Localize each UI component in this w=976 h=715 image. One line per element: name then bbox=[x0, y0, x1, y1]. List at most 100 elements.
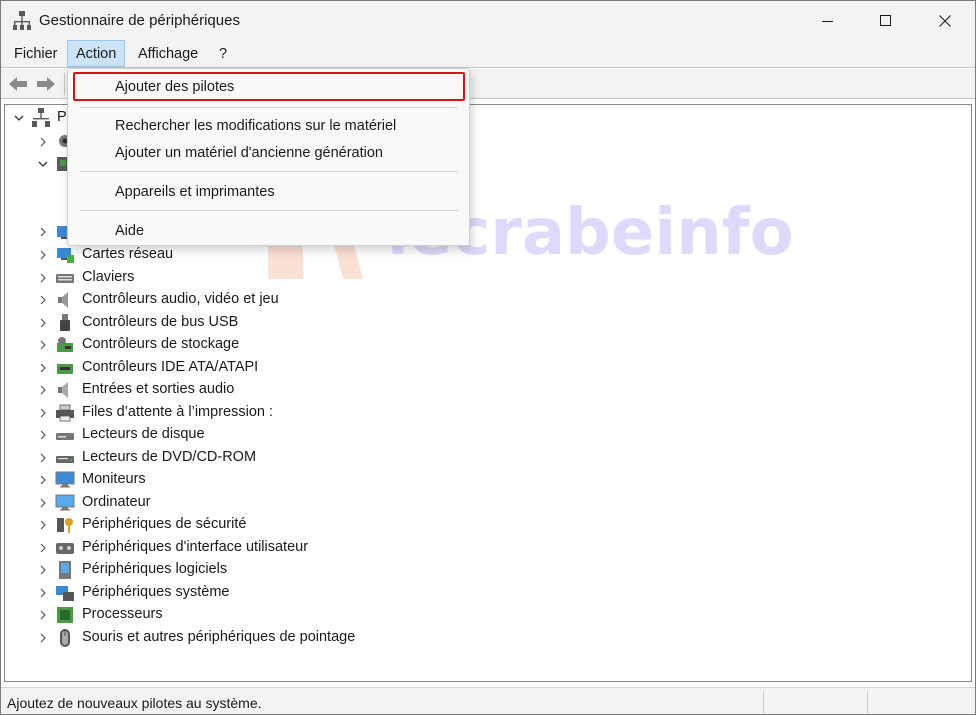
tree-row-category[interactable]: Contrôleurs IDE ATA/ATAPI bbox=[5, 357, 971, 379]
menu-separator bbox=[80, 107, 458, 108]
chevron-down-icon[interactable] bbox=[37, 158, 49, 170]
tree-row-label: Files d’attente à l’impression : bbox=[82, 403, 273, 420]
menu-separator bbox=[80, 210, 458, 211]
tree-row-label: Claviers bbox=[82, 268, 135, 285]
tree-row-label: Périphériques système bbox=[82, 583, 230, 600]
network-adapter-icon bbox=[57, 248, 74, 263]
tree-row-category[interactable]: Claviers bbox=[5, 267, 971, 289]
menu-item-ajouter-materiel-ancien[interactable]: Ajouter un matériel d'ancienne génératio… bbox=[68, 139, 469, 167]
menu-item-aide[interactable]: Aide bbox=[68, 217, 469, 245]
ide-controller-icon bbox=[57, 363, 73, 374]
tree-row-label: Lecteurs de disque bbox=[82, 426, 205, 442]
chevron-right-icon[interactable] bbox=[37, 317, 49, 329]
menu-help[interactable]: ? bbox=[211, 41, 235, 68]
tree-row-category[interactable]: Files d’attente à l’impression : bbox=[5, 402, 971, 424]
usb-icon bbox=[60, 313, 70, 331]
tree-row-category[interactable]: Lecteurs de DVD/CD-ROM bbox=[5, 447, 971, 469]
audio-io-icon bbox=[58, 382, 68, 398]
menu-item-appareils-imprimantes[interactable]: Appareils et imprimantes bbox=[68, 178, 469, 206]
computer-icon bbox=[55, 494, 75, 510]
tree-row-hidden-3[interactable] bbox=[5, 221, 73, 243]
tree-row-hidden-1[interactable] bbox=[5, 131, 71, 153]
tree-row-category[interactable]: Cartes réseau bbox=[5, 244, 971, 266]
monitor-icon bbox=[55, 471, 75, 488]
tree-row-hidden-2[interactable] bbox=[5, 153, 73, 175]
tree-row-category[interactable]: Moniteurs bbox=[5, 469, 971, 491]
tree-row-category[interactable]: Contrôleurs audio, vidéo et jeu bbox=[5, 289, 971, 311]
chevron-right-icon[interactable] bbox=[37, 519, 49, 531]
chevron-right-icon[interactable] bbox=[37, 339, 49, 351]
tree-row-category[interactable]: Processeurs bbox=[5, 604, 971, 626]
chevron-right-icon[interactable] bbox=[37, 294, 49, 306]
chevron-right-icon[interactable] bbox=[37, 632, 49, 644]
title-bar[interactable]: Gestionnaire de périphériques bbox=[1, 1, 975, 41]
tree-row-category[interactable]: Souris et autres périphériques de pointa… bbox=[5, 627, 971, 649]
window-title: Gestionnaire de périphériques bbox=[39, 12, 240, 29]
tree-row-label: Moniteurs bbox=[82, 471, 146, 487]
tree-row-category[interactable]: Périphériques d'interface utilisateur bbox=[5, 537, 971, 559]
forward-arrow-icon[interactable] bbox=[35, 74, 57, 94]
chevron-right-icon[interactable] bbox=[37, 542, 49, 554]
system-device-icon bbox=[56, 585, 74, 601]
highlight-frame bbox=[73, 72, 465, 101]
tree-row-category[interactable]: Contrôleurs de stockage bbox=[5, 334, 971, 356]
tree-row-category[interactable]: Entrées et sorties audio bbox=[5, 379, 971, 401]
chevron-right-icon[interactable] bbox=[37, 362, 49, 374]
chevron-right-icon[interactable] bbox=[37, 384, 49, 396]
processor-icon bbox=[57, 607, 73, 623]
chevron-right-icon[interactable] bbox=[37, 609, 49, 621]
status-divider bbox=[867, 691, 868, 713]
tree-row-label: Contrôleurs audio, vidéo et jeu bbox=[82, 291, 279, 307]
chevron-right-icon[interactable] bbox=[37, 429, 49, 441]
chevron-right-icon[interactable] bbox=[37, 587, 49, 599]
software-device-icon bbox=[59, 561, 71, 579]
tree-row-category[interactable]: Ordinateur bbox=[5, 492, 971, 514]
chevron-right-icon[interactable] bbox=[37, 497, 49, 509]
chevron-right-icon[interactable] bbox=[37, 136, 49, 148]
status-divider bbox=[763, 691, 764, 713]
chevron-right-icon[interactable] bbox=[37, 564, 49, 576]
tree-row-label: Entrées et sorties audio bbox=[82, 381, 235, 397]
minimize-icon bbox=[822, 21, 833, 22]
computer-root-icon bbox=[32, 108, 50, 127]
speaker-icon bbox=[58, 292, 68, 308]
tree-row-label: Périphériques de sécurité bbox=[82, 516, 247, 532]
menu-item-rechercher-modifications[interactable]: Rechercher les modifications sur le maté… bbox=[68, 112, 469, 140]
security-device-icon bbox=[57, 518, 73, 533]
tree-row-label: Cartes réseau bbox=[82, 246, 174, 262]
toolbar-separator bbox=[64, 73, 65, 95]
tree-row-label: Lecteurs de DVD/CD-ROM bbox=[82, 448, 257, 465]
dvd-drive-icon bbox=[56, 455, 74, 463]
maximize-button[interactable] bbox=[857, 1, 915, 41]
tree-root-label: P bbox=[57, 109, 67, 125]
chevron-right-icon[interactable] bbox=[37, 226, 49, 238]
chevron-right-icon[interactable] bbox=[37, 474, 49, 486]
status-bar: Ajoutez de nouveaux pilotes au système. bbox=[1, 687, 975, 714]
tree-row-category[interactable]: Périphériques système bbox=[5, 582, 971, 604]
printer-icon bbox=[56, 404, 74, 421]
menu-action[interactable]: Action bbox=[67, 40, 126, 67]
menu-bar: Fichier Action Affichage ? bbox=[1, 40, 975, 68]
chevron-right-icon[interactable] bbox=[37, 249, 49, 261]
minimize-button[interactable] bbox=[799, 1, 857, 41]
status-text: Ajoutez de nouveaux pilotes au système. bbox=[7, 695, 262, 711]
tree-row-label: Souris et autres périphériques de pointa… bbox=[82, 628, 356, 645]
chevron-down-icon[interactable] bbox=[13, 112, 25, 124]
mouse-icon bbox=[60, 628, 70, 647]
tree-row-category[interactable]: Périphériques logiciels bbox=[5, 559, 971, 581]
menu-affichage[interactable]: Affichage bbox=[130, 41, 206, 68]
close-button[interactable] bbox=[916, 1, 974, 41]
tree-row-category[interactable]: Contrôleurs de bus USB bbox=[5, 312, 971, 334]
chevron-right-icon[interactable] bbox=[37, 407, 49, 419]
chevron-right-icon[interactable] bbox=[37, 452, 49, 464]
back-arrow-icon[interactable] bbox=[7, 74, 29, 94]
tree-row-label: Périphériques logiciels bbox=[82, 561, 228, 577]
hid-icon bbox=[56, 542, 74, 554]
tree-row-category[interactable]: Lecteurs de disque bbox=[5, 424, 971, 446]
tree-row-label: Processeurs bbox=[82, 606, 163, 622]
menu-fichier[interactable]: Fichier bbox=[6, 41, 66, 68]
device-manager-window: Gestionnaire de périphériques Fichier Ac… bbox=[0, 0, 976, 715]
tree-row-label: Contrôleurs IDE ATA/ATAPI bbox=[82, 358, 259, 375]
chevron-right-icon[interactable] bbox=[37, 272, 49, 284]
tree-row-category[interactable]: Périphériques de sécurité bbox=[5, 514, 971, 536]
